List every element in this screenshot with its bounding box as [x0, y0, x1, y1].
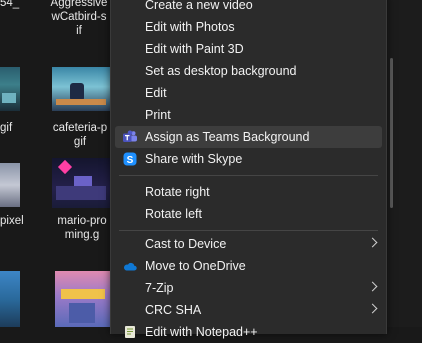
thumbnail-detail [61, 289, 105, 299]
thumbnail-detail [56, 99, 106, 105]
menu-item-label: Create a new video [145, 0, 253, 12]
menu-item-rotate-right[interactable]: Rotate right [115, 181, 382, 203]
menu-item-label: Cast to Device [145, 237, 227, 251]
thumbnail-detail [2, 93, 16, 103]
menu-item-move-to-onedrive[interactable]: Move to OneDrive [115, 255, 382, 277]
menu-separator [119, 175, 378, 176]
menu-item-label: Assign as Teams Background [145, 130, 310, 144]
menu-item-rotate-left[interactable]: Rotate left [115, 203, 382, 225]
menu-item-label: Share with Skype [145, 152, 243, 166]
image-thumbnail[interactable] [52, 158, 110, 208]
menu-item-label: Rotate right [145, 185, 210, 199]
chevron-right-icon [367, 303, 378, 314]
menu-item-edit-with-photos[interactable]: Edit with Photos [115, 16, 382, 38]
file-name-line: 54_ [0, 0, 20, 9]
file-name[interactable]: pixel [0, 214, 24, 228]
menu-item-assign-teams-background[interactable]: Assign as Teams Background [115, 126, 382, 148]
file-name[interactable]: Aggressive wCatbird-s if [48, 0, 110, 38]
file-name-line: gif [73, 136, 87, 148]
file-name[interactable]: gif [0, 121, 20, 135]
onedrive-icon [124, 262, 137, 271]
file-name-line: gif [0, 122, 13, 134]
thumbnail-detail [69, 303, 95, 323]
file-name-line: cafeteria-p [52, 122, 108, 134]
image-thumbnail[interactable] [52, 67, 110, 111]
menu-item-create-video[interactable]: Create a new video [115, 0, 382, 16]
thumbnail-detail [57, 159, 73, 175]
menu-item-label: Print [145, 108, 171, 122]
thumbnail-detail [56, 186, 106, 200]
menu-item-label: CRC SHA [145, 303, 202, 317]
teams-icon [123, 130, 137, 142]
file-name-line: ming.g [64, 229, 100, 241]
file-name[interactable]: 54_ [0, 0, 34, 10]
menu-item-label: Set as desktop background [145, 64, 297, 78]
menu-item-set-desktop-background[interactable]: Set as desktop background [115, 60, 382, 82]
menu-item-label: Edit with Notepad++ [145, 325, 258, 339]
menu-item-print[interactable]: Print [115, 104, 382, 126]
file-name-line: if [76, 25, 82, 37]
image-thumbnail[interactable] [0, 163, 20, 207]
notepadpp-icon [125, 326, 135, 338]
file-name-line: mario-pro [57, 215, 107, 227]
menu-item-label: Edit with Paint 3D [145, 42, 244, 56]
menu-item-label: Move to OneDrive [145, 259, 246, 273]
menu-item-edit-with-notepadpp[interactable]: Edit with Notepad++ [115, 321, 382, 343]
menu-item-7-zip[interactable]: 7-Zip [115, 277, 382, 299]
file-name[interactable]: cafeteria-p gif [50, 121, 110, 149]
menu-item-share-with-skype[interactable]: S Share with Skype [115, 148, 382, 170]
skype-icon: S [123, 152, 137, 166]
image-thumbnail[interactable] [0, 271, 20, 327]
chevron-right-icon [367, 237, 378, 248]
file-name-line: wCatbird-s [51, 11, 107, 23]
thumbnail-detail [74, 176, 92, 186]
chevron-right-icon [367, 281, 378, 292]
scrollbar-thumb[interactable] [390, 58, 393, 208]
image-thumbnail[interactable] [55, 271, 110, 327]
file-name[interactable]: mario-pro ming.g [54, 214, 110, 242]
menu-item-edit[interactable]: Edit [115, 82, 382, 104]
menu-item-cast-to-device[interactable]: Cast to Device [115, 233, 382, 255]
menu-item-label: 7-Zip [145, 281, 174, 295]
image-thumbnail[interactable] [0, 67, 20, 111]
file-name-line: pixel [0, 215, 24, 227]
context-menu: Create a new video Edit with Photos Edit… [110, 0, 387, 339]
menu-item-label: Edit with Photos [145, 20, 235, 34]
menu-item-edit-with-paint-3d[interactable]: Edit with Paint 3D [115, 38, 382, 60]
menu-separator [119, 230, 378, 231]
svg-text:S: S [127, 155, 134, 166]
menu-item-crc-sha[interactable]: CRC SHA [115, 299, 382, 321]
menu-item-label: Rotate left [145, 207, 202, 221]
menu-item-label: Edit [145, 86, 167, 100]
file-name-line: Aggressive [50, 0, 108, 9]
